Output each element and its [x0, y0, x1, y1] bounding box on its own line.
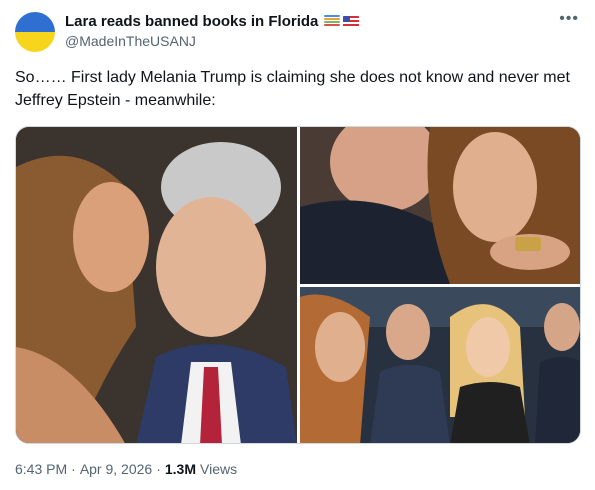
tweet-meta: 6:43 PM · Apr 9, 2026 · 1.3M Views	[15, 461, 237, 477]
photo-1[interactable]	[16, 127, 297, 443]
author-handle[interactable]: @MadeInTheUSANJ	[65, 33, 196, 49]
books-emoji-icon	[324, 15, 341, 28]
photo-3[interactable]	[300, 287, 580, 443]
author-name-row: Lara reads banned books in Florida	[65, 13, 360, 30]
media-grid	[15, 126, 581, 444]
us-flag-icon	[343, 15, 360, 28]
meta-separator: ·	[156, 461, 161, 477]
avatar[interactable]	[15, 12, 55, 52]
photo-2[interactable]	[300, 127, 580, 284]
more-icon[interactable]: •••	[559, 11, 579, 27]
tweet-time[interactable]: 6:43 PM	[15, 461, 67, 477]
tweet-text: So…… First lady Melania Trump is claimin…	[15, 69, 570, 109]
meta-separator: ·	[71, 461, 76, 477]
views-label: Views	[200, 461, 238, 477]
tweet-date[interactable]: Apr 9, 2026	[80, 461, 152, 477]
views-count: 1.3M	[164, 461, 196, 477]
display-name[interactable]: Lara reads banned books in Florida	[65, 13, 318, 30]
